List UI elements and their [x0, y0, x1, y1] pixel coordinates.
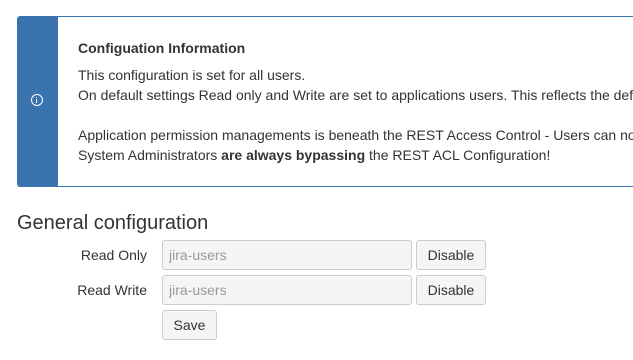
info-line-2: On default settings Read only and Write … — [78, 87, 633, 103]
info-title: Configuation Information — [78, 40, 246, 56]
general-configuration-title: General configuration — [17, 212, 209, 234]
read-only-row: Read Only Disable — [0, 240, 633, 270]
info-line-4-bold: are always bypassing — [221, 147, 366, 163]
read-only-input[interactable] — [162, 240, 412, 270]
info-line-3: Application permission managements is be… — [78, 127, 633, 143]
read-write-input[interactable] — [162, 275, 412, 305]
info-content: Configuation Information This configurat… — [78, 39, 633, 165]
info-stripe — [18, 17, 58, 186]
info-line-1: This configuration is set for all users. — [78, 67, 306, 83]
read-write-label: Read Write — [77, 282, 147, 298]
read-only-label: Read Only — [80, 247, 147, 263]
save-button[interactable]: Save — [162, 310, 217, 340]
configuration-info-panel: Configuation Information This configurat… — [17, 16, 633, 187]
info-line-4-suffix: the REST ACL Configuration! — [365, 147, 551, 163]
save-row: Save — [0, 310, 633, 340]
read-only-label-box: Read Only — [0, 240, 147, 270]
info-icon — [31, 94, 43, 106]
read-write-row: Read Write Disable — [0, 275, 633, 305]
info-line-4-prefix: System Administrators — [78, 147, 222, 163]
read-only-disable-button[interactable]: Disable — [416, 240, 486, 270]
info-line-4: System Administrators are always bypassi… — [78, 145, 633, 165]
read-write-label-box: Read Write — [0, 275, 147, 305]
read-write-disable-button[interactable]: Disable — [416, 275, 486, 305]
